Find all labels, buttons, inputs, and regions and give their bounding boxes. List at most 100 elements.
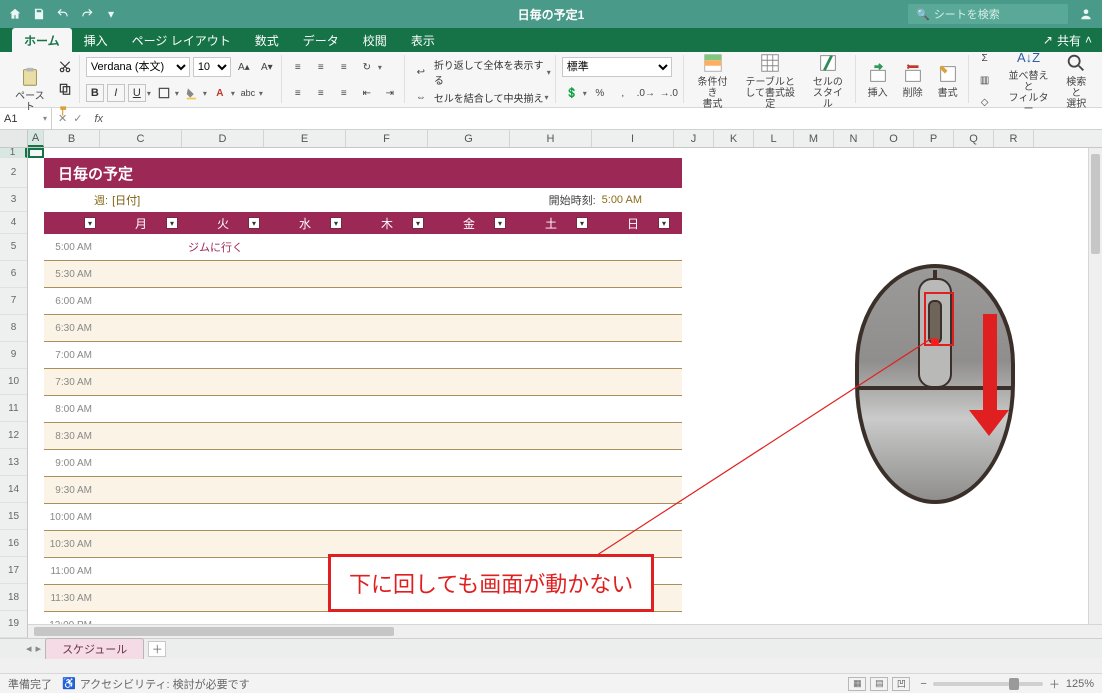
qat-more-icon[interactable]: ▾ [102,5,120,23]
formula-cancel-icon[interactable]: ✕ [58,112,67,125]
format-cells-button[interactable]: 書式 [932,62,964,99]
namebox-dropdown-icon[interactable]: ▾ [43,114,47,123]
row-4[interactable]: 4 [0,212,27,234]
wrap-text-button[interactable]: ↩ 折り返して全体を表示する ▾ [411,57,551,87]
tab-formulas[interactable]: 数式 [243,28,291,52]
schedule-row[interactable]: 8:30 AM [44,423,682,450]
delete-cells-button[interactable]: 削除 [897,62,929,99]
name-box[interactable]: A1 ▾ [0,108,52,129]
decrease-decimal-icon[interactable]: →.0 [659,83,679,103]
sheet-tab[interactable]: スケジュール [45,638,144,659]
sheet-search[interactable]: 🔍 シートを検索 [908,4,1068,24]
tab-nav-prev-icon[interactable]: ◂ [26,642,32,655]
align-top-icon[interactable]: ≡ [288,57,308,77]
fill-icon[interactable]: ▥ [975,70,995,90]
row-17[interactable]: 17 [0,557,27,584]
schedule-row[interactable]: 10:00 AM [44,504,682,531]
zoom-knob[interactable] [1009,678,1019,690]
col-C[interactable]: C [100,130,182,147]
zoom-value[interactable]: 125% [1066,678,1094,690]
scroll-thumb[interactable] [1091,154,1100,254]
fill-color-icon[interactable] [182,83,202,103]
row-8[interactable]: 8 [0,315,27,342]
col-Q[interactable]: Q [954,130,994,147]
row-6[interactable]: 6 [0,261,27,288]
select-all-corner[interactable] [0,130,28,147]
col-O[interactable]: O [874,130,914,147]
schedule-row[interactable]: 9:00 AM [44,450,682,477]
cut-icon[interactable] [55,57,75,77]
bold-button[interactable]: B [86,84,104,102]
row-15[interactable]: 15 [0,503,27,530]
row-18[interactable]: 18 [0,584,27,611]
accessibility-status[interactable]: ♿ アクセシビリティ: 検討が必要です [62,676,250,692]
tab-view[interactable]: 表示 [399,28,447,52]
filter-icon[interactable]: ▾ [248,217,260,229]
row-5[interactable]: 5 [0,234,27,261]
col-B[interactable]: B [44,130,100,147]
undo-icon[interactable] [54,5,72,23]
row-16[interactable]: 16 [0,530,27,557]
percent-icon[interactable]: % [590,83,610,103]
indent-decrease-icon[interactable]: ⇤ [357,83,377,103]
col-D[interactable]: D [182,130,264,147]
horizontal-scrollbar[interactable] [28,624,1102,638]
save-icon[interactable] [30,5,48,23]
add-sheet-button[interactable]: ＋ [148,641,166,657]
col-P[interactable]: P [914,130,954,147]
schedule-row[interactable]: 6:30 AM [44,315,682,342]
filter-icon[interactable]: ▾ [84,217,96,229]
schedule-row[interactable]: 9:30 AM [44,477,682,504]
col-K[interactable]: K [714,130,754,147]
filter-icon[interactable]: ▾ [330,217,342,229]
scroll-thumb[interactable] [34,627,394,636]
border-icon[interactable] [154,83,174,103]
formula-enter-icon[interactable]: ✓ [73,112,82,125]
col-I[interactable]: I [592,130,674,147]
orientation-icon[interactable]: ↻ [357,57,377,77]
col-J[interactable]: J [674,130,714,147]
col-E[interactable]: E [264,130,346,147]
insert-cells-button[interactable]: 挿入 [862,62,894,99]
schedule-cell[interactable]: ジムに行く [182,239,264,255]
col-M[interactable]: M [794,130,834,147]
schedule-row[interactable]: 5:00 AMジムに行く [44,234,682,261]
align-middle-icon[interactable]: ≡ [311,57,331,77]
filter-icon[interactable]: ▾ [166,217,178,229]
row-12[interactable]: 12 [0,422,27,449]
col-H[interactable]: H [510,130,592,147]
col-R[interactable]: R [994,130,1034,147]
comma-icon[interactable]: , [613,83,633,103]
view-page-layout-icon[interactable]: ▤ [870,677,888,691]
zoom-slider[interactable] [933,682,1043,686]
filter-icon[interactable]: ▾ [494,217,506,229]
align-left-icon[interactable]: ≡ [288,83,308,103]
autosum-icon[interactable]: Σ [975,48,995,68]
schedule-row[interactable]: 5:30 AM [44,261,682,288]
phonetic-icon[interactable]: abc [238,83,258,103]
tab-data[interactable]: データ [291,28,351,52]
col-A[interactable]: A [28,130,44,147]
day-fri[interactable]: 金▾ [428,212,510,234]
row-headers[interactable]: 1 2 3 4 5 6 7 8 9 10 11 12 13 14 15 16 1… [0,148,28,638]
increase-font-icon[interactable]: A▴ [234,57,254,77]
tab-home[interactable]: ホーム [12,28,72,52]
sort-filter-button[interactable]: A↓Z 並べ替えと フィルター [1002,45,1056,115]
filter-icon[interactable]: ▾ [576,217,588,229]
italic-button[interactable]: I [107,84,125,102]
col-N[interactable]: N [834,130,874,147]
paste-button[interactable]: ペースト [8,65,52,113]
filter-icon[interactable]: ▾ [658,217,670,229]
tab-layout[interactable]: ページ レイアウト [120,28,243,52]
day-sun[interactable]: 日▾ [592,212,674,234]
indent-increase-icon[interactable]: ⇥ [380,83,400,103]
tab-insert[interactable]: 挿入 [72,28,120,52]
col-L[interactable]: L [754,130,794,147]
column-headers[interactable]: A B C D E F G H I J K L M N O P Q R [0,130,1102,148]
day-thu[interactable]: 木▾ [346,212,428,234]
day-tue[interactable]: 火▾ [182,212,264,234]
merge-center-button[interactable]: ⇔ セルを結合して中央揃え ▾ [411,87,551,107]
format-as-table-button[interactable]: テーブルと して書式設定 [738,51,802,110]
zoom-out-icon[interactable]: − [920,678,926,690]
collapse-ribbon-icon[interactable]: ˄ [1085,33,1092,47]
